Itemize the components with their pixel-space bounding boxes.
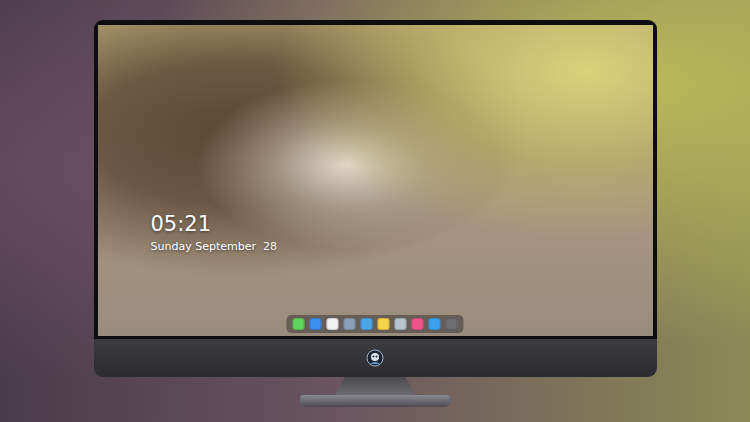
- monitor: 05:21 Sunday September 28: [94, 20, 657, 407]
- dock: [287, 315, 464, 333]
- dock-app-icon[interactable]: [293, 318, 305, 330]
- dock-app-icon[interactable]: [395, 318, 407, 330]
- desktop-wallpaper: 05:21 Sunday September 28: [98, 25, 653, 336]
- dock-app-icon[interactable]: [412, 318, 424, 330]
- brand-logo-icon: [366, 349, 384, 367]
- dock-app-icon[interactable]: [429, 318, 441, 330]
- monitor-stand-neck: [335, 377, 415, 395]
- dock-app-icon[interactable]: [446, 318, 458, 330]
- dock-app-icon[interactable]: [344, 318, 356, 330]
- lock-screen-clock: 05:21 Sunday September 28: [151, 211, 277, 254]
- page: 05:21 Sunday September 28: [0, 0, 750, 422]
- monitor-chin: [94, 339, 657, 377]
- dock-app-icon[interactable]: [327, 318, 339, 330]
- clock-date: Sunday September 28: [151, 240, 277, 254]
- dock-app-icon[interactable]: [378, 318, 390, 330]
- monitor-stand-base: [300, 395, 450, 407]
- monitor-bezel: 05:21 Sunday September 28: [94, 20, 657, 339]
- clock-time: 05:21: [151, 211, 277, 237]
- dock-app-icon[interactable]: [361, 318, 373, 330]
- dock-app-icon[interactable]: [310, 318, 322, 330]
